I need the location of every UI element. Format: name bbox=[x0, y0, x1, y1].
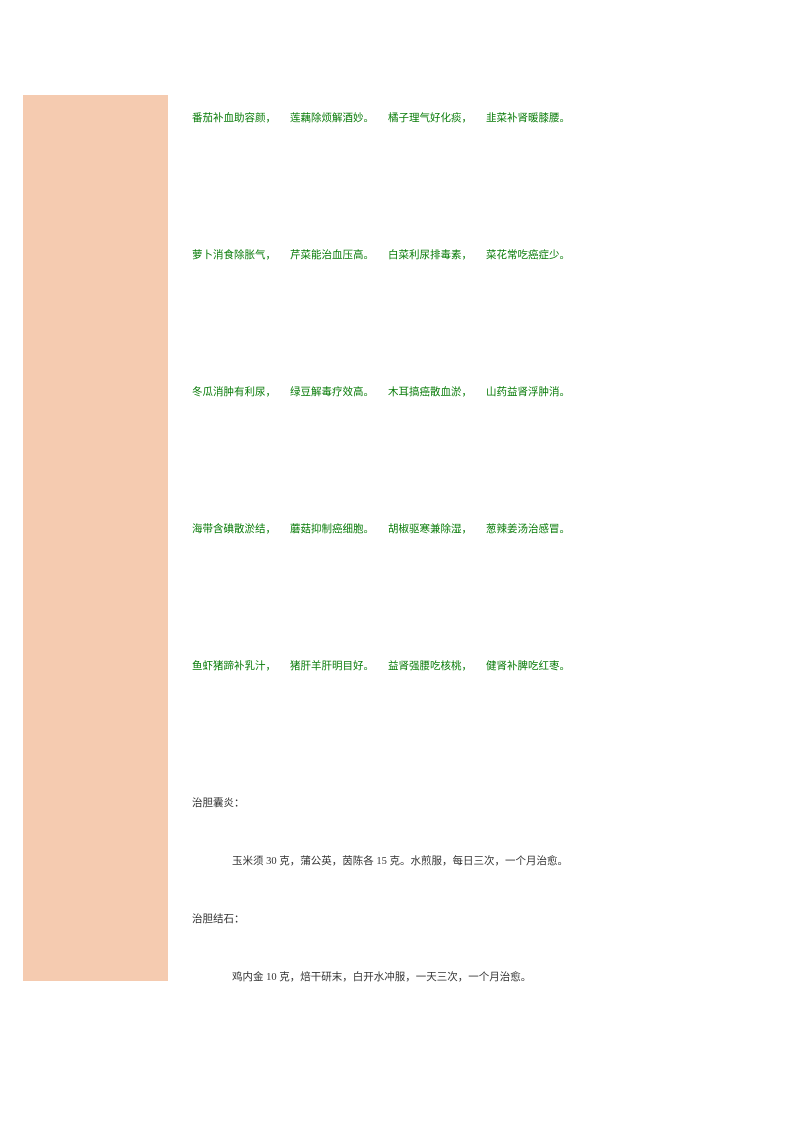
recipes-section: 治胆囊炎： 玉米须 30 克，蒲公英，茵陈各 15 克。水煎服，每日三次，一个月… bbox=[192, 794, 762, 988]
verse-phrase: 蘑菇抑制癌细胞。 bbox=[290, 521, 374, 540]
verse-phrase: 胡椒驱寒兼除湿， bbox=[388, 521, 472, 540]
verse-phrase: 绿豆解毒疗效高。 bbox=[290, 384, 374, 403]
verse-phrase: 番茄补血助容颜， bbox=[192, 110, 276, 129]
verse-phrase: 萝卜消食除胀气， bbox=[192, 247, 276, 266]
verse-phrase: 芹菜能治血压高。 bbox=[290, 247, 374, 266]
verse-phrase: 猪肝羊肝明目好。 bbox=[290, 658, 374, 677]
verse-row: 番茄补血助容颜， 莲藕除烦解酒妙。 橘子理气好化痰， 韭菜补肾暖膝腰。 bbox=[192, 110, 762, 129]
verse-phrase: 冬瓜消肿有利尿， bbox=[192, 384, 276, 403]
recipe-body: 鸡内金 10 克，焙干研末，白开水冲服，一天三次，一个月治愈。 bbox=[192, 968, 762, 988]
verse-phrase: 益肾强腰吃核桃， bbox=[388, 658, 472, 677]
verse-phrase: 韭菜补肾暖膝腰。 bbox=[486, 110, 570, 129]
verse-row: 鱼虾猪蹄补乳汁， 猪肝羊肝明目好。 益肾强腰吃核桃， 健肾补脾吃红枣。 bbox=[192, 658, 762, 677]
verse-phrase: 健肾补脾吃红枣。 bbox=[486, 658, 570, 677]
verse-phrase: 海带含碘散淤结， bbox=[192, 521, 276, 540]
verse-phrase: 菜花常吃癌症少。 bbox=[486, 247, 570, 266]
verse-phrase: 山药益肾浮肿消。 bbox=[486, 384, 570, 403]
document-content: 番茄补血助容颜， 莲藕除烦解酒妙。 橘子理气好化痰， 韭菜补肾暖膝腰。 萝卜消食… bbox=[192, 110, 762, 1026]
verse-phrase: 白菜利尿排毒素， bbox=[388, 247, 472, 266]
verse-phrase: 鱼虾猪蹄补乳汁， bbox=[192, 658, 276, 677]
verse-row: 冬瓜消肿有利尿， 绿豆解毒疗效高。 木耳搞癌散血淤， 山药益肾浮肿消。 bbox=[192, 384, 762, 403]
verse-phrase: 葱辣姜汤治感冒。 bbox=[486, 521, 570, 540]
verse-phrase: 橘子理气好化痰， bbox=[388, 110, 472, 129]
recipe-title: 治胆囊炎： bbox=[192, 794, 762, 814]
verse-row: 萝卜消食除胀气， 芹菜能治血压高。 白菜利尿排毒素， 菜花常吃癌症少。 bbox=[192, 247, 762, 266]
recipe-title: 治胆结石： bbox=[192, 910, 762, 930]
verse-phrase: 木耳搞癌散血淤， bbox=[388, 384, 472, 403]
left-sidebar bbox=[23, 95, 168, 981]
recipe-body: 玉米须 30 克，蒲公英，茵陈各 15 克。水煎服，每日三次，一个月治愈。 bbox=[192, 852, 762, 872]
verse-phrase: 莲藕除烦解酒妙。 bbox=[290, 110, 374, 129]
verse-row: 海带含碘散淤结， 蘑菇抑制癌细胞。 胡椒驱寒兼除湿， 葱辣姜汤治感冒。 bbox=[192, 521, 762, 540]
